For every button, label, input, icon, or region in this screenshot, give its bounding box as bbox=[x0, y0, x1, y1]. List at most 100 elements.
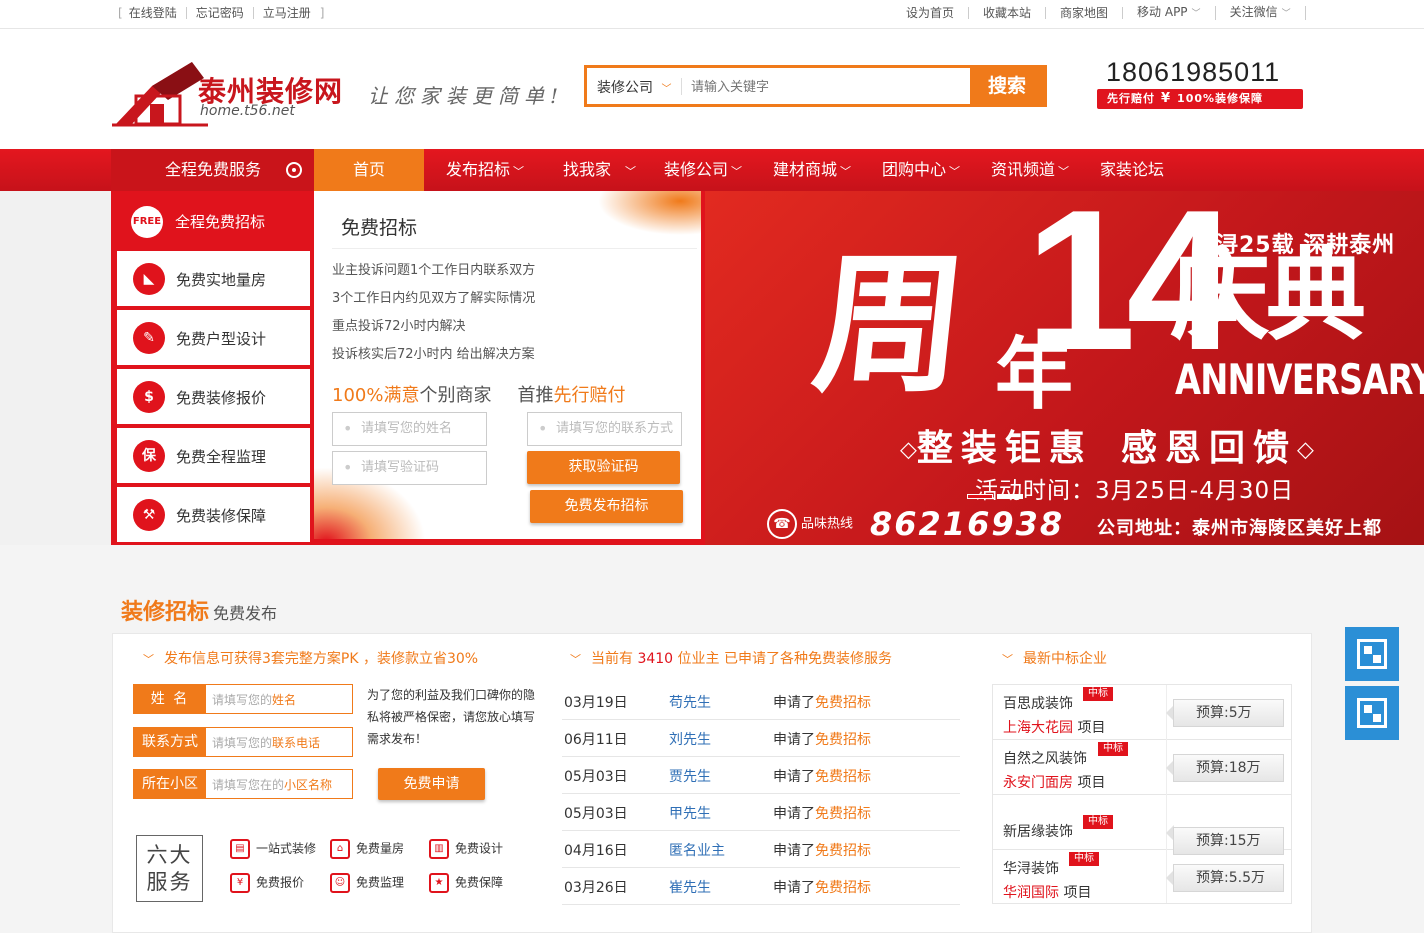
winner-item[interactable]: 自然之风装饰 中标 永安门面房 项目 预算:18万 bbox=[993, 740, 1291, 795]
slide-dot-active[interactable] bbox=[967, 494, 993, 499]
side-item-quote[interactable]: $ 免费装修报价 bbox=[117, 369, 310, 424]
nav-item-group-buy[interactable]: 团购中心 ﹀ bbox=[882, 149, 991, 191]
nav-item-home[interactable]: 首页 bbox=[314, 149, 424, 191]
record-action: 申请了免费招标 bbox=[773, 729, 871, 749]
record-action-link[interactable]: 免费招标 bbox=[815, 806, 871, 822]
wechat-label: 关注微信 bbox=[1229, 5, 1278, 19]
chevron-down-icon: ﹀ bbox=[1281, 9, 1291, 19]
winner-badge: 中标 bbox=[1083, 687, 1113, 701]
side-item-design[interactable]: ✎ 免费户型设计 bbox=[117, 310, 310, 365]
banner-hotline-number: 86216938 bbox=[870, 505, 1065, 543]
forgot-password-link[interactable]: 忘记密码 bbox=[185, 7, 253, 19]
set-homepage-link[interactable]: 设为首页 bbox=[906, 7, 970, 19]
project-suffix: 项目 bbox=[1077, 775, 1106, 791]
top-right-links: 设为首页 收藏本站 商家地图 移动 APP ﹀ 关注微信 ﹀ bbox=[906, 6, 1306, 20]
banner-headline-b: 年 bbox=[995, 330, 1074, 420]
winner-item[interactable]: 华浔装饰 中标 华润国际 项目 预算:5.5万 bbox=[993, 850, 1291, 903]
mobile-app-link[interactable]: 移动 APP ﹀ bbox=[1123, 6, 1216, 20]
mobile-qr-button[interactable] bbox=[1345, 627, 1399, 681]
winner-project-name[interactable]: 上海大花园 bbox=[1003, 720, 1073, 736]
form-desc-line: 3个工作日内约见双方了解实际情况 bbox=[332, 291, 536, 306]
site-logo[interactable]: 泰州装修网 home.t56.net bbox=[112, 52, 362, 128]
nav-item-find-home[interactable]: 找我家 ﹀ bbox=[563, 149, 664, 191]
search-category-select[interactable]: 装修公司 ﹀ bbox=[597, 77, 671, 97]
chevron-down-icon: ﹀ bbox=[570, 653, 581, 666]
record-name[interactable]: 刘先生 bbox=[669, 729, 711, 749]
winner-item[interactable]: 新居缘装饰 中标 预算:15万 bbox=[993, 795, 1291, 855]
gavel-icon: ⚒ bbox=[133, 499, 165, 531]
record-action-link[interactable]: 免费招标 bbox=[815, 769, 871, 785]
divider bbox=[1166, 795, 1167, 850]
record-action-link[interactable]: 免费招标 bbox=[815, 732, 871, 748]
record-action: 申请了免费招标 bbox=[773, 803, 871, 823]
service-guarantee[interactable]: ★ 免费保障 bbox=[429, 873, 503, 893]
apply-area-field[interactable]: 所在小区 请填写您在的小区名称 bbox=[133, 769, 353, 799]
winner-company: 新居缘装饰 bbox=[1003, 824, 1073, 840]
service-design[interactable]: ▥ 免费设计 bbox=[429, 839, 503, 859]
circle-dot-icon bbox=[286, 162, 302, 178]
record-action: 申请了免费招标 bbox=[773, 766, 871, 786]
merchant-map-link[interactable]: 商家地图 bbox=[1046, 7, 1124, 19]
side-item-label: 免费装修报价 bbox=[176, 389, 267, 407]
login-link[interactable]: 在线登陆 bbox=[123, 7, 186, 19]
nav-item-news[interactable]: 资讯频道 ﹀ bbox=[991, 149, 1100, 191]
nav-item-forum[interactable]: 家装论坛 bbox=[1100, 149, 1180, 191]
nav-item-materials-mall[interactable]: 建材商城 ﹀ bbox=[773, 149, 882, 191]
free-apply-button[interactable]: 免费申请 bbox=[378, 768, 485, 800]
winner-project: 永安门面房 项目 bbox=[1003, 772, 1105, 792]
search-button[interactable]: 搜索 bbox=[970, 68, 1044, 104]
project-suffix: 项目 bbox=[1077, 720, 1106, 736]
free-badge-icon: FREE bbox=[131, 206, 163, 238]
slide-indicators bbox=[967, 494, 1023, 499]
name-input[interactable]: 请填写您的姓名 bbox=[332, 412, 487, 446]
record-name[interactable]: 甲先生 bbox=[669, 803, 711, 823]
slide-dot[interactable] bbox=[997, 494, 1023, 499]
records-header-text: 已申请了各种 bbox=[724, 651, 808, 667]
publish-bid-button[interactable]: 免费发布招标 bbox=[530, 490, 683, 523]
apply-name-field[interactable]: 姓 名 请填写您的姓名 bbox=[133, 684, 353, 714]
record-action-link[interactable]: 免费招标 bbox=[815, 880, 871, 896]
search-input[interactable] bbox=[691, 74, 961, 100]
nav-item-publish-bid[interactable]: 发布招标 ﹀ bbox=[446, 149, 563, 191]
banner-hotline: ☎ 品味热线 bbox=[767, 509, 853, 539]
apply-phone-field[interactable]: 联系方式 请填写您的联系电话 bbox=[133, 727, 353, 757]
winner-item[interactable]: 百思成装饰 中标 上海大花园 项目 预算:5万 bbox=[993, 685, 1291, 740]
record-action-link[interactable]: 免费招标 bbox=[815, 843, 871, 859]
captcha-input[interactable]: 请填写验证码 bbox=[332, 451, 487, 485]
winner-project-name[interactable]: 华润国际 bbox=[1003, 885, 1059, 901]
record-action-link[interactable]: 免费招标 bbox=[815, 695, 871, 711]
winner-project-name[interactable]: 永安门面房 bbox=[1003, 775, 1073, 791]
banner-activity-time: 活动时间：3月25日-4月30日 bbox=[975, 478, 1295, 504]
record-name[interactable]: 匿名业主 bbox=[669, 840, 725, 860]
contact-input[interactable]: 请填写您的联系方式 bbox=[527, 412, 682, 446]
side-item-supervision[interactable]: 保 免费全程监理 bbox=[117, 428, 310, 483]
header: 泰州装修网 home.t56.net 让您家装更简单! 装修公司 ﹀ 搜索 18… bbox=[0, 30, 1424, 149]
all-services-menu[interactable]: 全程免费服务 bbox=[111, 149, 314, 191]
side-item-protection[interactable]: ⚒ 免费装修保障 bbox=[117, 487, 310, 542]
service-quote[interactable]: ¥ 免费报价 bbox=[230, 873, 304, 893]
free-bid-header[interactable]: FREE 全程免费招标 bbox=[111, 191, 314, 249]
service-measure[interactable]: ⌂ 免费量房 bbox=[330, 839, 404, 859]
badge-right-text: 100%装修保障 bbox=[1177, 92, 1264, 105]
promo-banner-slide[interactable]: 华浔25载 深耕泰州 周 14 年 庆典 ANNIVERSARY ◇整装钜惠 感恩… bbox=[705, 191, 1424, 545]
get-code-button[interactable]: 获取验证码 bbox=[527, 451, 680, 484]
side-item-label: 免费装修保障 bbox=[176, 507, 267, 525]
nav-item-label: 团购中心 bbox=[882, 160, 947, 179]
wechat-qr-button[interactable] bbox=[1345, 686, 1399, 740]
placeholder-text: 请填写您的 bbox=[212, 736, 273, 750]
record-name[interactable]: 苟先生 bbox=[669, 692, 711, 712]
nav-item-decoration-company[interactable]: 装修公司 ﹀ bbox=[664, 149, 773, 191]
bookmark-link[interactable]: 收藏本站 bbox=[969, 7, 1047, 19]
phone-badge: 先行赔付 ¥100%装修保障 bbox=[1097, 89, 1303, 109]
service-one-stop[interactable]: ▤ 一站式装修 bbox=[230, 839, 316, 859]
apply-header: ﹀ 发布信息可获得3套完整方案PK ，装修款立省30% bbox=[143, 648, 478, 668]
service-supervise[interactable]: ☺ 免费监理 bbox=[330, 873, 404, 893]
side-item-measure[interactable]: ◣ 免费实地量房 bbox=[117, 251, 310, 306]
placeholder-text: 请填写您的 bbox=[212, 693, 273, 707]
nav-item-label: 建材商城 bbox=[773, 160, 838, 179]
wechat-link[interactable]: 关注微信 ﹀ bbox=[1216, 6, 1306, 20]
register-link[interactable]: 立马注册 bbox=[252, 7, 320, 19]
record-name[interactable]: 崔先生 bbox=[669, 877, 711, 897]
banner-headline-c: 庆典 bbox=[1170, 237, 1366, 354]
record-name[interactable]: 贾先生 bbox=[669, 766, 711, 786]
